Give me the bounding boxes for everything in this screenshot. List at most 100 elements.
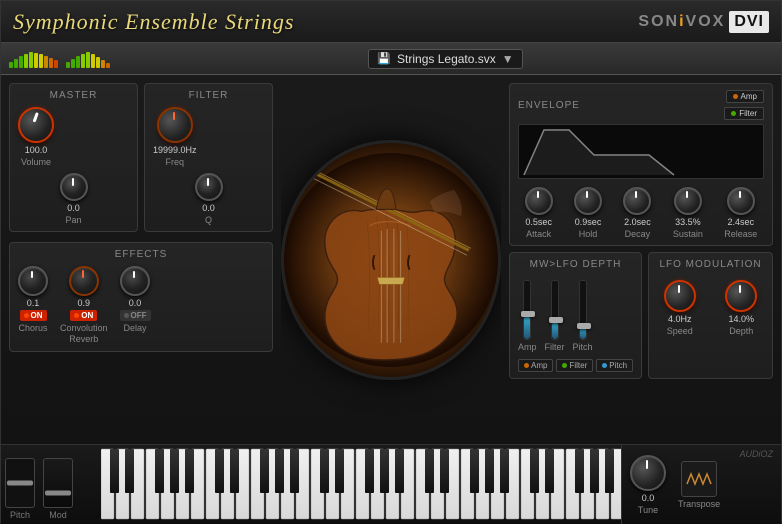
transpose-icon[interactable]: [681, 461, 717, 497]
delay-toggle[interactable]: OFF: [120, 310, 151, 321]
brand-logo: SONiVOX DVI: [638, 11, 769, 33]
env-amp-dot: [733, 94, 738, 99]
volume-value: 100.0: [25, 145, 48, 155]
release-group: 2.4sec Release: [724, 187, 757, 239]
delay-toggle-dot: [124, 313, 129, 318]
lfo-filter-button[interactable]: Filter: [556, 359, 593, 372]
mod-label: Mod: [49, 510, 67, 520]
delay-knob[interactable]: [120, 266, 150, 296]
dvi-brand: DVI: [729, 11, 769, 33]
pitch-thumb: [7, 481, 33, 486]
q-value: 0.0: [202, 203, 215, 213]
freq-value: 19999.0Hz: [153, 145, 197, 155]
lfo-mod-section: LFO MODULATION 4.0Hz Speed: [648, 252, 773, 379]
pan-knob[interactable]: [60, 173, 88, 201]
lfo-depth-buttons: Amp Filter Pitch: [518, 359, 633, 372]
q-knob[interactable]: [195, 173, 223, 201]
reverb-toggle[interactable]: ON: [70, 310, 97, 321]
lfo-amp-button[interactable]: Amp: [518, 359, 553, 372]
keyboard-area: Pitch Mod // This: [1, 444, 781, 524]
hold-name: Hold: [579, 229, 598, 239]
attack-knob[interactable]: [525, 187, 553, 215]
freq-knob[interactable]: [157, 107, 193, 143]
envelope-label: ENVELOPE: [518, 100, 580, 111]
attack-group: 0.5sec Attack: [525, 187, 553, 239]
amp-slider-group: Amp: [518, 280, 537, 352]
effects-label: EFFECTS: [18, 249, 264, 260]
left-panel: MASTER 100.0 Volume: [1, 75, 281, 444]
speed-group: 4.0Hz Speed: [664, 280, 696, 336]
depth-knob[interactable]: [725, 280, 757, 312]
speed-value: 4.0Hz: [668, 314, 692, 324]
lfo-pitch-button[interactable]: Pitch: [596, 359, 633, 372]
env-display-wrapper: [518, 124, 764, 183]
level-meter-right: [66, 50, 110, 68]
sustain-knob[interactable]: [674, 187, 702, 215]
env-filter-button[interactable]: Filter: [724, 107, 764, 120]
pitch-slider[interactable]: [579, 280, 587, 340]
hold-knob[interactable]: [574, 187, 602, 215]
filter-label: FILTER: [153, 90, 264, 101]
reverb-name: ConvolutionReverb: [60, 323, 108, 345]
sliders-row: Amp Filter: [518, 276, 633, 356]
header: Symphonic Ensemble Strings SONiVOX DVI: [1, 1, 781, 43]
audioz-watermark: AUDiOZ: [740, 449, 774, 459]
volume-group: 100.0 Volume: [18, 107, 54, 167]
violin-circle: [281, 140, 501, 380]
freq-group: 19999.0Hz Freq: [153, 107, 197, 167]
hold-group: 0.9sec Hold: [574, 187, 602, 239]
envelope-header: ENVELOPE Amp Filter: [518, 90, 764, 120]
speed-name: Speed: [667, 326, 693, 336]
pitch-wheel[interactable]: [5, 458, 35, 508]
pan-value: 0.0: [67, 203, 80, 213]
chorus-knob[interactable]: [18, 266, 48, 296]
lfo-filter-btn-dot: [562, 363, 567, 368]
decay-group: 2.0sec Decay: [623, 187, 651, 239]
release-knob[interactable]: [727, 187, 755, 215]
filter-section: FILTER 19999.0Hz Freq: [144, 83, 273, 232]
chorus-toggle[interactable]: ON: [20, 310, 47, 321]
chorus-group: 0.1 ON Chorus: [18, 266, 48, 333]
reverb-group: 0.9 ON ConvolutionReverb: [60, 266, 108, 345]
reverb-toggle-dot: [74, 313, 79, 318]
decay-knob[interactable]: [623, 187, 651, 215]
speed-knob[interactable]: [664, 280, 696, 312]
effects-knobs: 0.1 ON Chorus 0.9: [18, 266, 264, 345]
mod-wheel[interactable]: [43, 458, 73, 508]
master-knob-row: 100.0 Volume: [18, 107, 129, 167]
violin-svg: [284, 150, 498, 370]
transpose-group: Transpose: [678, 461, 720, 509]
attack-value: 0.5sec: [525, 217, 552, 227]
filter-slider[interactable]: [551, 280, 559, 340]
level-meter-left: [9, 50, 58, 68]
decay-value: 2.0sec: [624, 217, 651, 227]
lfo-mod-knobs: 4.0Hz Speed 14.0% Depth: [657, 276, 764, 340]
env-amp-button[interactable]: Amp: [726, 90, 764, 103]
preset-selector[interactable]: 💾 Strings Legato.svx ▼: [368, 49, 522, 69]
q-name: Q: [205, 215, 212, 225]
volume-knob[interactable]: [18, 107, 54, 143]
tune-knob[interactable]: [630, 455, 666, 491]
lfo-amp-btn-dot: [524, 363, 529, 368]
chorus-value: 0.1: [27, 298, 40, 308]
pitch-label: Pitch: [10, 510, 30, 520]
mw-lfo-label: MW>LFO DEPTH: [518, 259, 633, 270]
sustain-name: Sustain: [673, 229, 703, 239]
floppy-icon: 💾: [377, 52, 391, 65]
piano-svg: // piano keys rendered below via static …: [101, 445, 621, 521]
transpose-name: Transpose: [678, 499, 720, 509]
lfo-mod-label: LFO MODULATION: [657, 259, 764, 270]
filter-knob-row: 19999.0Hz Freq: [153, 107, 264, 167]
env-knobs-row: 0.5sec Attack 0.9sec Hold: [518, 187, 764, 239]
amp-slider[interactable]: [523, 280, 531, 340]
lfo-pitch-btn-dot: [602, 363, 607, 368]
plugin-container: Symphonic Ensemble Strings SONiVOX DVI: [0, 0, 782, 523]
pan-group: 0.0 Pan: [18, 173, 129, 225]
mw-lfo-section: MW>LFO DEPTH Amp: [509, 252, 642, 379]
chorus-name: Chorus: [18, 323, 47, 333]
delay-name: Delay: [124, 323, 147, 333]
reverb-knob[interactable]: [69, 266, 99, 296]
q-row: 0.0 Q: [153, 173, 264, 225]
keys-container: // This will be rendered by inline gener…: [101, 445, 621, 524]
plugin-title: Symphonic Ensemble Strings: [13, 9, 294, 35]
